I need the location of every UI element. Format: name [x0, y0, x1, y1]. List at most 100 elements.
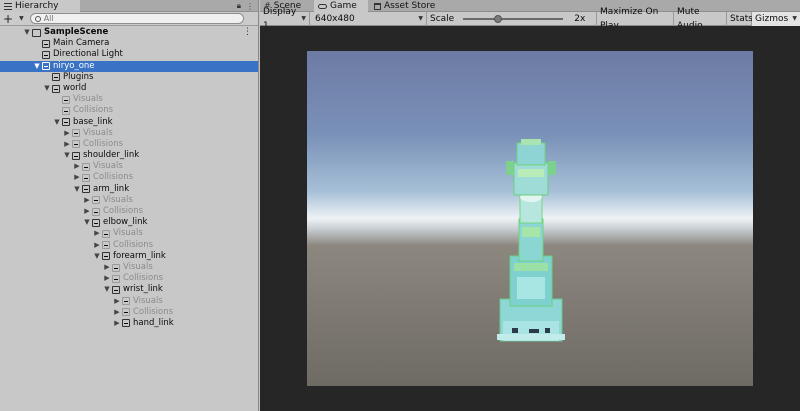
scale-slider[interactable]: [463, 15, 564, 23]
hierarchy-row-niryo-one[interactable]: ▼ niryo_one: [0, 60, 258, 72]
hierarchy-row-label: Collisions: [123, 273, 164, 284]
gameobject-cube-icon: [42, 50, 50, 59]
game-viewport[interactable]: [260, 26, 800, 411]
expand-right-arrow-icon[interactable]: ▶: [83, 195, 91, 206]
stats-toggle[interactable]: Stats: [727, 12, 753, 26]
hierarchy-row-label: hand_link: [133, 317, 174, 328]
expand-right-arrow-icon[interactable]: ▶: [63, 139, 71, 150]
hierarchy-row-visuals[interactable]: ▶ Visuals: [0, 161, 258, 172]
chevron-down-icon[interactable]: ▼: [19, 15, 24, 22]
hierarchy-row-label: Main Camera: [53, 38, 110, 49]
hierarchy-row-visuals[interactable]: ▶ Visuals: [0, 296, 258, 307]
hierarchy-row-visuals[interactable]: ▶ Visuals: [0, 228, 258, 239]
gizmos-toggle[interactable]: Gizmos ▼: [752, 12, 800, 26]
hierarchy-row-visuals[interactable]: ▶ Visuals: [0, 195, 258, 206]
hierarchy-row-samplescene[interactable]: ▼ SampleScene ⋮: [0, 27, 258, 38]
game-render-canvas[interactable]: [307, 51, 753, 386]
hierarchy-row-forearm-link[interactable]: ▼ forearm_link: [0, 251, 258, 262]
expand-down-arrow-icon[interactable]: ▼: [43, 83, 51, 94]
tab-game-label: Game: [330, 1, 357, 11]
expand-right-arrow-icon[interactable]: ▶: [93, 240, 101, 251]
kebab-menu-icon[interactable]: ⋮: [246, 2, 254, 11]
gameobject-cube-icon: [112, 285, 120, 294]
hierarchy-row-arm-link[interactable]: ▼ arm_link: [0, 184, 258, 195]
tab-hierarchy[interactable]: Hierarchy: [0, 0, 80, 12]
scale-slider-thumb[interactable]: [494, 15, 503, 23]
gameobject-cube-icon: [102, 229, 110, 238]
scale-label: Scale: [430, 14, 455, 24]
expand-right-arrow-icon[interactable]: ▶: [93, 228, 101, 239]
hierarchy-row-main-camera[interactable]: Main Camera: [0, 38, 258, 49]
hierarchy-row-label: Collisions: [83, 138, 124, 149]
robot-arm-link: [518, 218, 544, 262]
unity-scene-icon: [32, 28, 41, 37]
expand-right-arrow-icon[interactable]: ▶: [113, 318, 121, 329]
hierarchy-row-label: Visuals: [133, 295, 163, 306]
hierarchy-row-collisions[interactable]: ▶ Collisions: [0, 206, 258, 217]
hierarchy-row-label: shoulder_link: [83, 150, 140, 161]
hierarchy-row-plugins[interactable]: Plugins: [0, 72, 258, 83]
hierarchy-row-label: niryo_one: [53, 60, 95, 71]
expand-down-arrow-icon[interactable]: ▼: [73, 184, 81, 195]
hierarchy-row-collisions[interactable]: ▶ Collisions: [0, 273, 258, 284]
hierarchy-row-label: Visuals: [83, 127, 113, 138]
tab-asset-store[interactable]: Asset Store: [370, 0, 440, 12]
hierarchy-row-label: base_link: [73, 116, 113, 127]
hierarchy-row-collisions[interactable]: ▶ Collisions: [0, 139, 258, 150]
gameobject-cube-icon: [92, 196, 100, 205]
scene-menu-icon[interactable]: ⋮: [243, 27, 252, 38]
hierarchy-row-visuals[interactable]: Visuals: [0, 94, 258, 105]
hierarchy-row-shoulder-link[interactable]: ▼ shoulder_link: [0, 150, 258, 161]
chevron-down-icon[interactable]: ▼: [792, 12, 797, 26]
expand-right-arrow-icon[interactable]: ▶: [113, 307, 121, 318]
expand-down-arrow-icon[interactable]: ▼: [63, 150, 71, 161]
hierarchy-row-base-link[interactable]: ▼ base_link: [0, 117, 258, 128]
hierarchy-row-visuals[interactable]: ▶ Visuals: [0, 128, 258, 139]
tab-game[interactable]: Game: [314, 0, 368, 12]
mute-audio-toggle[interactable]: Mute Audio: [674, 7, 727, 31]
gameobject-cube-icon: [82, 174, 90, 183]
expand-right-arrow-icon[interactable]: ▶: [73, 161, 81, 172]
expand-right-arrow-icon[interactable]: ▶: [103, 273, 111, 284]
expand-right-arrow-icon[interactable]: ▶: [113, 296, 121, 307]
hierarchy-row-visuals[interactable]: ▶ Visuals: [0, 262, 258, 273]
expand-down-arrow-icon[interactable]: ▼: [103, 284, 111, 295]
hierarchy-row-directional-light[interactable]: Directional Light: [0, 49, 258, 60]
hierarchy-row-world[interactable]: ▼ world: [0, 83, 258, 94]
hierarchy-row-elbow-link[interactable]: ▼ elbow_link: [0, 217, 258, 228]
expand-down-arrow-icon[interactable]: ▼: [83, 217, 91, 228]
hierarchy-tree: ▼ SampleScene ⋮ Main Camera Directional Ligh…: [0, 27, 258, 329]
hierarchy-row-collisions[interactable]: Collisions: [0, 105, 258, 116]
expand-right-arrow-icon[interactable]: ▶: [83, 206, 91, 217]
gameobject-cube-icon: [102, 241, 110, 250]
robot-arm-render: [497, 139, 565, 342]
gameobject-cube-icon: [42, 39, 50, 48]
robot-wrist: [513, 162, 549, 196]
hierarchy-row-hand-link[interactable]: ▶ hand_link: [0, 318, 258, 329]
search-input[interactable]: [43, 14, 234, 23]
lock-icon[interactable]: 🔒︎: [237, 1, 241, 11]
hierarchy-tabbar: Hierarchy 🔒︎ ⋮: [0, 0, 258, 12]
hierarchy-row-label: Collisions: [93, 172, 134, 183]
expand-right-arrow-icon[interactable]: ▶: [63, 128, 71, 139]
hierarchy-row-collisions[interactable]: ▶ Collisions: [0, 307, 258, 318]
expand-right-arrow-icon[interactable]: ▶: [103, 262, 111, 273]
hierarchy-row-collisions[interactable]: ▶ Collisions: [0, 172, 258, 183]
search-icon: [34, 15, 41, 22]
hierarchy-row-wrist-link[interactable]: ▼ wrist_link: [0, 284, 258, 295]
tab-asset-store-label: Asset Store: [384, 1, 436, 11]
hierarchy-row-collisions[interactable]: ▶ Collisions: [0, 240, 258, 251]
maximize-on-play-toggle[interactable]: Maximize On Play: [597, 7, 674, 31]
hierarchy-row-label: Visuals: [103, 194, 133, 205]
expand-down-arrow-icon[interactable]: ▼: [53, 117, 61, 128]
hierarchy-search[interactable]: [29, 13, 244, 24]
gameobject-cube-icon: [122, 319, 130, 328]
resolution-dropdown[interactable]: 640x480 ▼: [312, 12, 427, 26]
gameobject-cube-icon: [122, 308, 130, 317]
add-object-button[interactable]: +: [3, 13, 13, 25]
expand-down-arrow-icon[interactable]: ▼: [23, 27, 31, 38]
expand-down-arrow-icon[interactable]: ▼: [33, 61, 41, 72]
display-dropdown[interactable]: Display 1 ▼: [260, 7, 310, 31]
expand-down-arrow-icon[interactable]: ▼: [93, 251, 101, 262]
expand-right-arrow-icon[interactable]: ▶: [73, 172, 81, 183]
